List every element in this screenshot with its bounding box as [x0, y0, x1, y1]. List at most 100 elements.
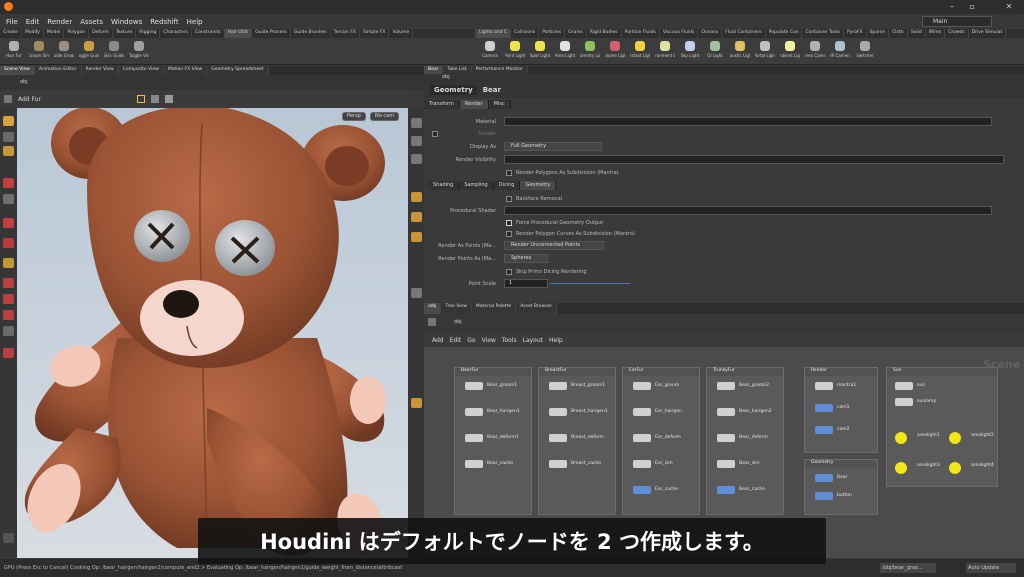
menu-edit[interactable]: Edit: [26, 18, 40, 26]
shelf-tool-left-3[interactable]: Toggle Guide: [79, 41, 99, 58]
param-main-tab-2[interactable]: Misc: [488, 100, 511, 109]
param-sub-tab-1[interactable]: Sampling: [459, 181, 494, 190]
shelf-tool-right-9[interactable]: GI Light: [705, 41, 725, 58]
shelf-tab-right-5[interactable]: Particle Fluids: [622, 29, 660, 38]
network-node[interactable]: [717, 434, 735, 442]
shelf-tab-left-10[interactable]: Guide Process: [252, 29, 291, 38]
back-arrow-icon[interactable]: [428, 318, 436, 326]
shelf-tab-right-8[interactable]: Fluid Containers: [722, 29, 766, 38]
network-tab-2[interactable]: Material Palette: [471, 303, 517, 314]
network-node[interactable]: [549, 382, 567, 390]
network-node[interactable]: [633, 460, 651, 468]
shelf-tab-left-6[interactable]: Rigging: [136, 29, 161, 38]
viewport-path[interactable]: obj: [0, 75, 424, 90]
menu-help[interactable]: Help: [187, 18, 203, 26]
wire-option-icon[interactable]: [411, 232, 422, 242]
shelf-tab-right-16[interactable]: Crowds: [945, 29, 969, 38]
network-tab-3[interactable]: Asset Browser: [516, 303, 558, 314]
param-sub-tab-0[interactable]: Shading: [428, 181, 460, 190]
network-tab-0[interactable]: /obj: [424, 303, 442, 314]
magnet-tool-icon[interactable]: [3, 326, 14, 336]
shelf-tool-right-7[interactable]: Environment Light: [655, 41, 675, 58]
param-path[interactable]: obj: [424, 74, 1024, 82]
network-node[interactable]: [633, 434, 651, 442]
network-box-5[interactable]: Geometry Bear button: [804, 459, 878, 515]
network-box-title[interactable]: Sun: [887, 368, 997, 376]
network-node[interactable]: [815, 492, 833, 500]
viewport-tab-3[interactable]: Composite View: [118, 66, 164, 75]
render-visibility-field[interactable]: [504, 155, 1004, 164]
network-node[interactable]: [549, 434, 567, 442]
network-box-3[interactable]: TrunkyFur Bear_groom2 Bear_hairgen2 Bear_de…: [706, 367, 784, 515]
shelf-tab-left-13[interactable]: Simple FX: [360, 29, 390, 38]
shelf-tab-right-17[interactable]: Drive Simulat: [969, 29, 1007, 38]
shelf-tool-right-11[interactable]: Portal Light: [755, 41, 775, 58]
pose-tool-icon[interactable]: [3, 146, 14, 156]
network-box-title[interactable]: TrunkyFur: [707, 368, 783, 376]
shelf-tab-right-11[interactable]: PyroFX: [844, 29, 867, 38]
menu-redshift[interactable]: Redshift: [150, 18, 178, 26]
maximize-icon[interactable]: ▫: [966, 2, 978, 12]
persp-button[interactable]: Persp: [342, 112, 366, 121]
viewport-tab-1[interactable]: Animation Editor: [34, 66, 82, 75]
menu-render[interactable]: Render: [47, 18, 72, 26]
network-node[interactable]: [717, 408, 735, 416]
viewport-tab-0[interactable]: Scene View: [0, 66, 35, 75]
groom-tool-icon[interactable]: [3, 258, 14, 268]
shelf-tab-left-0[interactable]: Create: [0, 29, 22, 38]
rotate-tool-icon[interactable]: [3, 218, 14, 228]
shelf-tool-right-12[interactable]: Ambient Light: [780, 41, 800, 58]
close-icon[interactable]: ✕: [1003, 2, 1015, 12]
network-box-4[interactable]: Render mantra1 cam1 cam2: [804, 367, 878, 453]
param-main-tab-1[interactable]: Render: [459, 100, 489, 109]
display-as-select[interactable]: Full Geometry: [504, 142, 602, 151]
network-path-text[interactable]: obj: [454, 319, 462, 325]
param-main-tab-0[interactable]: Transform: [424, 100, 460, 109]
point-scale-field[interactable]: 1: [504, 279, 548, 288]
shelf-tool-right-8[interactable]: Sky Light: [680, 41, 700, 58]
net-menu-layout[interactable]: Layout: [523, 337, 543, 344]
force-proc-checkbox[interactable]: [506, 220, 512, 226]
proc-shader-field[interactable]: [504, 206, 992, 215]
points-option-icon[interactable]: [411, 288, 422, 298]
viewport-tab-5[interactable]: Geometry Spreadsheet: [207, 66, 269, 75]
menu-assets[interactable]: Assets: [80, 18, 103, 26]
select-mode-icon[interactable]: [136, 95, 145, 103]
lift-tool-icon[interactable]: [3, 310, 14, 320]
shelf-tool-left-4[interactable]: Skin Guide: [104, 41, 124, 58]
shelf-tool-right-2[interactable]: Spot Light: [530, 41, 550, 58]
network-node[interactable]: [895, 398, 913, 406]
shelf-tab-left-3[interactable]: Polygon: [64, 29, 90, 38]
shelf-tool-left-0[interactable]: Hair Fur: [4, 41, 24, 58]
camera-button[interactable]: No cam: [370, 112, 400, 121]
menu-windows[interactable]: Windows: [111, 18, 142, 26]
network-box-6[interactable]: Sun sun sunlamp arealight1 arealight2 arealig…: [886, 367, 998, 487]
network-box-title[interactable]: BearFur: [455, 368, 531, 376]
shelf-tab-right-9[interactable]: Populate Con: [766, 29, 803, 38]
shelf-tab-left-4[interactable]: Deform: [89, 29, 113, 38]
skip-dice-checkbox[interactable]: [506, 269, 512, 275]
network-node[interactable]: [633, 408, 651, 416]
network-box-2[interactable]: EarFur Ear_groom Ear_hairgen Ear_deform Ear_…: [622, 367, 700, 515]
shelf-tool-left-2[interactable]: Guide Groom: [54, 41, 74, 58]
shelf-tool-right-3[interactable]: Area Light: [555, 41, 575, 58]
net-menu-view[interactable]: View: [482, 337, 496, 344]
light-node-icon[interactable]: [895, 432, 907, 444]
shelf-tab-right-0[interactable]: Lights and C: [476, 29, 512, 38]
network-node[interactable]: [815, 382, 833, 390]
backface-checkbox[interactable]: [506, 196, 512, 202]
shelf-tool-right-1[interactable]: Point Light: [505, 41, 525, 58]
shelf-tool-right-5[interactable]: Volume Light: [605, 41, 625, 58]
menu-file[interactable]: File: [6, 18, 18, 26]
handles-option-icon[interactable]: [411, 398, 422, 408]
shelf-tab-left-1[interactable]: Modify: [22, 29, 44, 38]
network-node[interactable]: [465, 382, 483, 390]
render-points-as-select[interactable]: Spheres: [504, 254, 548, 263]
render-as-points-select[interactable]: Render Unconnected Points: [504, 241, 604, 250]
network-node[interactable]: [465, 460, 483, 468]
net-menu-help[interactable]: Help: [549, 337, 563, 344]
shelf-tab-right-12[interactable]: Sparse: [867, 29, 889, 38]
scene-viewport[interactable]: [17, 108, 408, 558]
point-scale-slider[interactable]: [550, 283, 630, 284]
shelf-tool-right-14[interactable]: VR Camera: [830, 41, 850, 58]
